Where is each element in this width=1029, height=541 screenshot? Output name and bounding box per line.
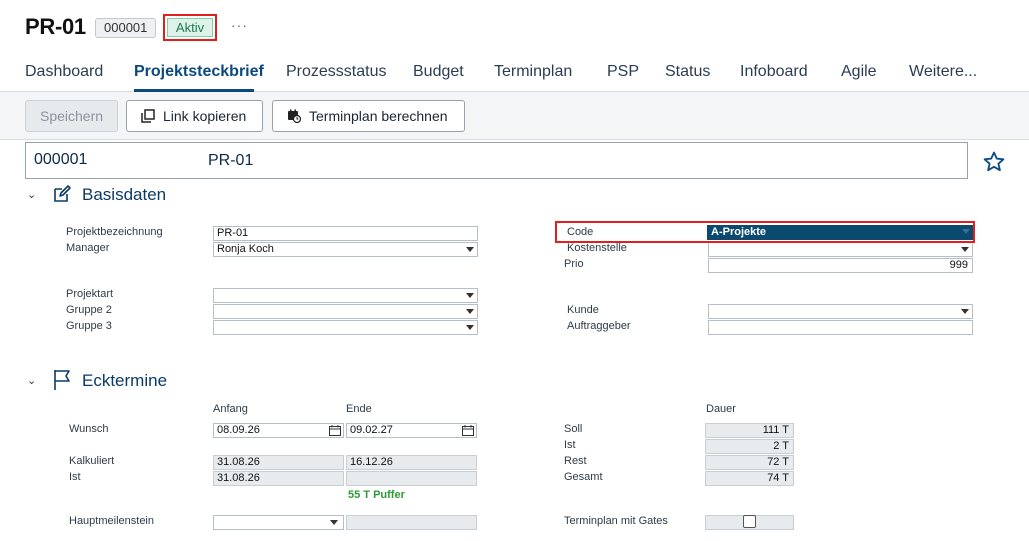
kalkuliert-ende: 16.12.26 — [346, 455, 477, 470]
project-id-badge: 000001 — [95, 18, 157, 38]
edit-icon — [54, 185, 71, 202]
chevron-down-icon — [961, 309, 969, 314]
wunsch-anfang-value: 08.09.26 — [217, 424, 260, 436]
projektbezeichnung-input[interactable]: PR-01 — [213, 226, 478, 241]
label-prio: Prio — [564, 258, 584, 270]
tab-status[interactable]: Status — [665, 63, 710, 81]
label-hauptmeilenstein: Hauptmeilenstein — [69, 515, 154, 527]
ist-anfang: 31.08.26 — [213, 471, 344, 486]
auftraggeber-input[interactable] — [708, 320, 973, 335]
copy-icon — [141, 109, 155, 123]
col-header-ende: Ende — [346, 403, 372, 415]
gesamt-value: 74 T — [705, 471, 794, 486]
project-name: PR-01 — [208, 152, 254, 169]
ist-ende — [346, 471, 477, 486]
manager-value: Ronja Koch — [217, 243, 274, 255]
chevron-down-icon[interactable]: ⌄ — [27, 374, 36, 387]
gruppe2-select[interactable] — [213, 304, 478, 319]
tab-infoboard[interactable]: Infoboard — [740, 63, 808, 81]
label-auftraggeber: Auftraggeber — [567, 320, 631, 332]
code-select[interactable]: A-Projekte — [707, 225, 973, 240]
project-number: 000001 — [34, 151, 88, 168]
calendar-icon[interactable] — [329, 425, 341, 436]
hauptmeilenstein-date — [346, 515, 477, 530]
label-code: Code — [567, 226, 594, 238]
label-terminplan-gates: Terminplan mit Gates — [564, 515, 668, 527]
prio-input[interactable]: 999 — [708, 258, 973, 273]
more-options-icon[interactable]: ··· — [231, 17, 248, 33]
section-title-ecktermine: Ecktermine — [82, 371, 168, 390]
label-gruppe3: Gruppe 3 — [66, 320, 112, 332]
rest-value: 72 T — [705, 455, 794, 470]
kunde-select[interactable] — [708, 304, 973, 319]
wunsch-ende-value: 09.02.27 — [350, 424, 393, 436]
col-header-dauer: Dauer — [706, 403, 736, 415]
page-title: PR-01 — [25, 14, 86, 39]
tab-projektsteckbrief[interactable]: Projektsteckbrief — [134, 63, 264, 81]
chevron-down-icon — [961, 247, 969, 252]
tab-terminplan[interactable]: Terminplan — [494, 63, 572, 81]
tab-prozessstatus[interactable]: Prozessstatus — [286, 63, 386, 81]
tab-psp[interactable]: PSP — [607, 63, 639, 81]
manager-select[interactable]: Ronja Koch — [213, 242, 478, 257]
label-kostenstelle: Kostenstelle — [567, 242, 627, 254]
calendar-clock-icon — [288, 109, 301, 123]
wunsch-anfang-input[interactable]: 08.09.26 — [213, 423, 344, 438]
terminplan-gates-checkbox[interactable] — [743, 515, 756, 528]
chevron-down-icon — [466, 309, 474, 314]
tab-weitere[interactable]: Weitere... — [909, 63, 977, 81]
chevron-down-icon — [466, 293, 474, 298]
label-kalkuliert: Kalkuliert — [69, 455, 115, 467]
gruppe3-select[interactable] — [213, 320, 478, 335]
label-rest: Rest — [564, 455, 587, 467]
label-soll: Soll — [564, 423, 583, 435]
kostenstelle-select[interactable] — [708, 242, 973, 257]
tab-agile[interactable]: Agile — [841, 63, 877, 81]
label-manager: Manager — [66, 242, 110, 254]
calc-schedule-label: Terminplan berechnen — [309, 108, 448, 124]
status-badge-label: Aktiv — [167, 18, 213, 37]
label-ist-dauer: Ist — [564, 439, 576, 451]
puffer-text: 55 T Puffer — [348, 489, 405, 501]
hauptmeilenstein-select[interactable] — [213, 515, 344, 530]
copy-link-button[interactable]: Link kopieren — [126, 100, 263, 132]
project-header-box — [25, 142, 968, 179]
tab-budget[interactable]: Budget — [413, 63, 464, 81]
wunsch-ende-input[interactable]: 09.02.27 — [346, 423, 477, 438]
label-projektart: Projektart — [66, 288, 114, 300]
chevron-down-icon — [466, 247, 474, 252]
kalkuliert-anfang: 31.08.26 — [213, 455, 344, 470]
calc-schedule-button[interactable]: Terminplan berechnen — [272, 100, 465, 132]
chevron-down-icon — [962, 229, 970, 234]
label-gesamt: Gesamt — [564, 471, 603, 483]
chevron-down-icon[interactable]: ⌄ — [27, 188, 36, 201]
code-value: A-Projekte — [711, 226, 767, 238]
copy-link-label: Link kopieren — [163, 108, 247, 124]
col-header-anfang: Anfang — [213, 403, 248, 415]
label-projektbezeichnung: Projektbezeichnung — [66, 226, 163, 238]
label-gruppe2: Gruppe 2 — [66, 304, 112, 316]
tab-dashboard[interactable]: Dashboard — [25, 63, 103, 81]
label-kunde: Kunde — [567, 304, 599, 316]
chevron-down-icon — [466, 325, 474, 330]
label-ist: Ist — [69, 471, 81, 483]
section-title-basisdaten: Basisdaten — [82, 185, 167, 204]
ist-dauer-value: 2 T — [705, 439, 794, 454]
save-button-label: Speichern — [39, 108, 104, 124]
chevron-down-icon — [330, 520, 338, 525]
soll-value: 111 T — [705, 423, 794, 438]
projektart-select[interactable] — [213, 288, 478, 303]
status-badge[interactable]: Aktiv — [163, 14, 217, 41]
calendar-icon[interactable] — [462, 425, 474, 436]
star-icon[interactable] — [982, 150, 1006, 174]
save-button[interactable]: Speichern — [25, 100, 118, 132]
label-wunsch: Wunsch — [69, 423, 109, 435]
flag-icon — [54, 370, 70, 390]
